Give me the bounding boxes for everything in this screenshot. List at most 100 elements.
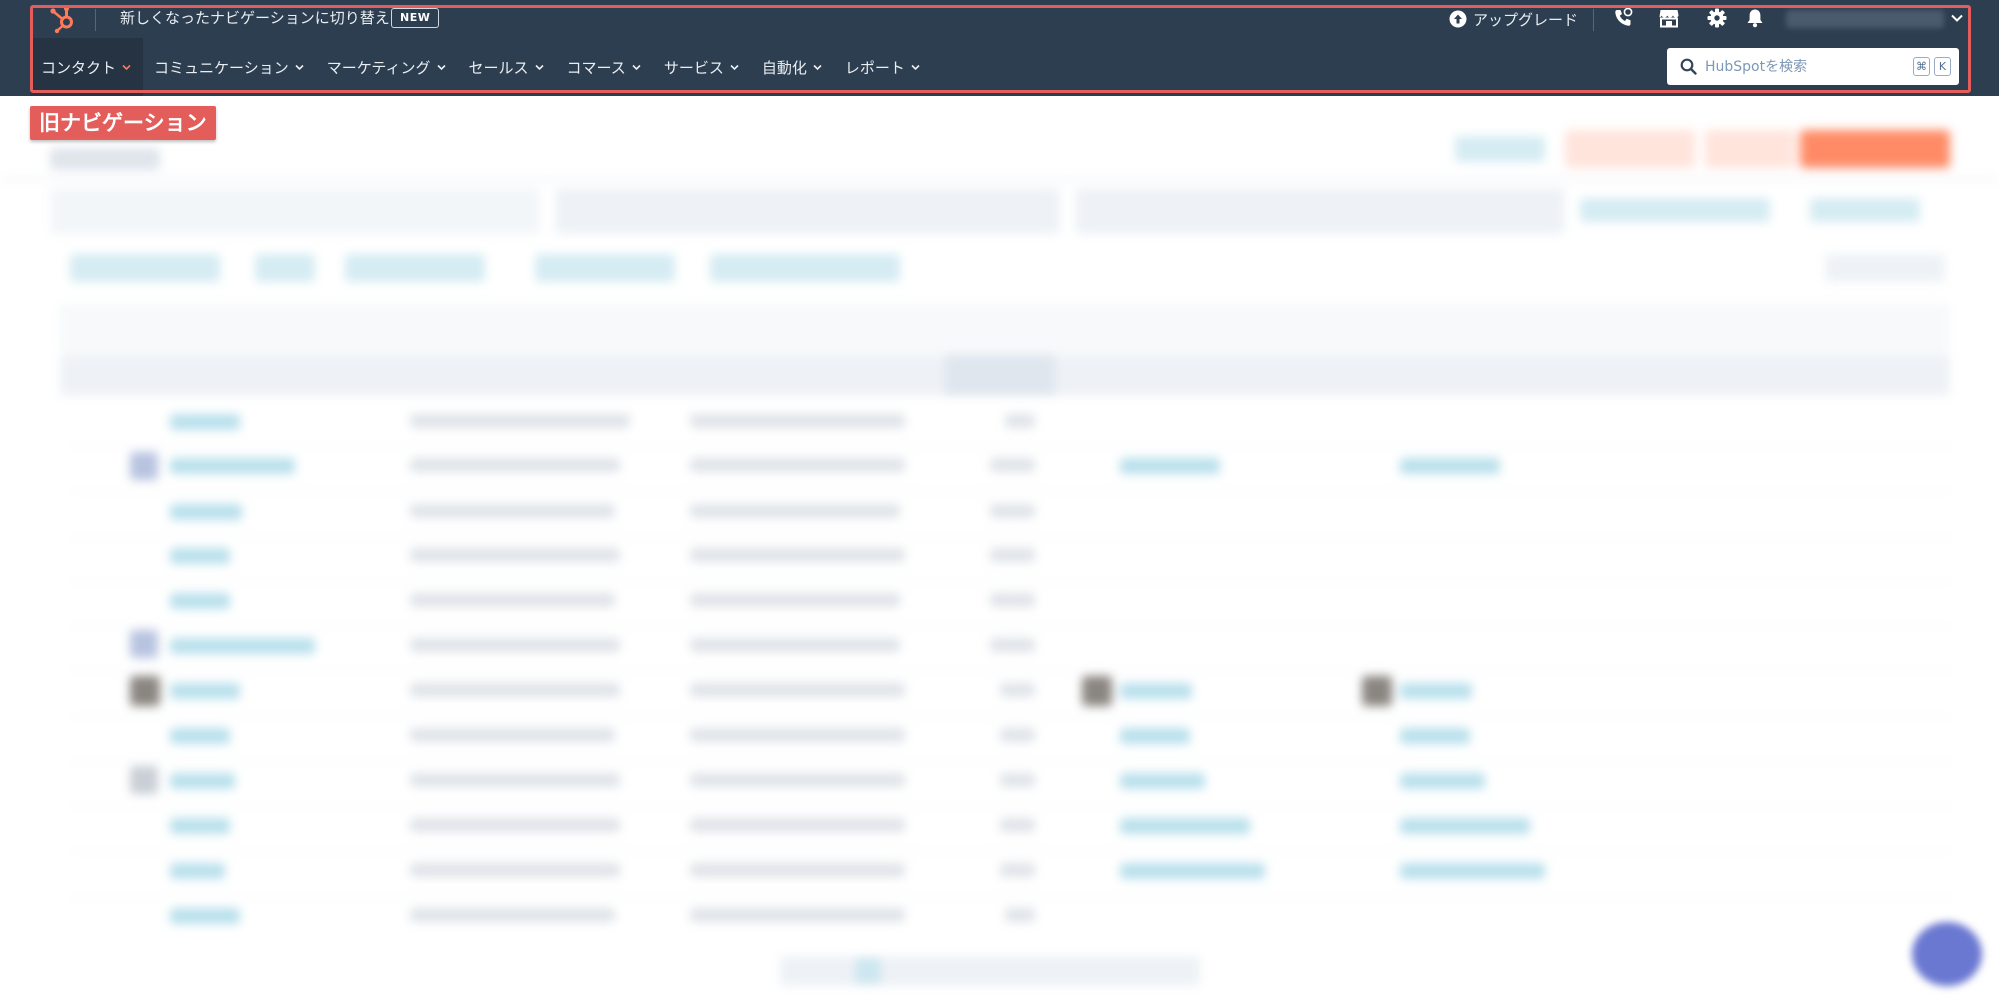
number-cell-blurred bbox=[1000, 683, 1035, 697]
view-link-blurred bbox=[1580, 198, 1770, 222]
chevron-down-icon bbox=[730, 64, 739, 70]
menu-item-label: サービス bbox=[663, 58, 724, 77]
avatar bbox=[1082, 676, 1112, 706]
menu-item-marketing[interactable]: マーケティング bbox=[316, 38, 458, 96]
primary-button-blurred bbox=[1800, 130, 1950, 168]
chevron-down-icon bbox=[534, 64, 544, 70]
filter-blurred bbox=[535, 254, 675, 282]
search-input[interactable] bbox=[1705, 48, 1885, 85]
settings-gear-icon[interactable] bbox=[1706, 7, 1728, 29]
email-column-blurred bbox=[690, 458, 905, 472]
avatar bbox=[130, 452, 158, 480]
contact-name-blurred bbox=[170, 414, 240, 430]
pagination-current-page-blurred bbox=[855, 958, 881, 984]
menu-item-automation[interactable]: 自動化 bbox=[751, 38, 834, 96]
view-link-blurred bbox=[1810, 198, 1920, 222]
chat-launcher-button[interactable] bbox=[1912, 922, 1982, 986]
number-cell-blurred bbox=[1000, 818, 1035, 832]
global-search[interactable]: ⌘ K bbox=[1667, 48, 1959, 85]
chevron-down-icon bbox=[295, 64, 304, 70]
switch-navigation-link[interactable]: 新しくなったナビゲーションに切り替え bbox=[120, 8, 390, 28]
email-column-blurred bbox=[410, 548, 620, 562]
filter-blurred bbox=[1825, 254, 1945, 282]
menu-item-label: コンタクト bbox=[41, 58, 117, 77]
action-link-blurred bbox=[1455, 136, 1545, 162]
table-row bbox=[70, 716, 1950, 717]
account-name-redacted bbox=[1786, 10, 1944, 28]
top-navigation-bar: 新しくなったナビゲーションに切り替え NEW アップグレード コンタクト コミュ… bbox=[0, 0, 1999, 96]
menu-item-sales[interactable]: セールス bbox=[458, 38, 556, 96]
menu-item-label: レポート bbox=[844, 58, 905, 77]
contact-name-blurred bbox=[170, 458, 295, 474]
owner-cell-blurred bbox=[1400, 818, 1530, 834]
table-row bbox=[70, 581, 1950, 582]
email-column-blurred bbox=[410, 908, 615, 922]
menu-item-communication[interactable]: コミュニケーション bbox=[143, 38, 316, 96]
upgrade-label: アップグレード bbox=[1473, 10, 1579, 29]
number-cell-blurred bbox=[990, 504, 1035, 518]
menu-item-commerce[interactable]: コマース bbox=[556, 38, 653, 96]
number-cell-blurred bbox=[1000, 863, 1035, 877]
nav-menu-row: コンタクト コミュニケーション マーケティング セールス コマース サービス 自… bbox=[0, 38, 1999, 96]
owner-cell-blurred bbox=[1120, 458, 1220, 474]
calling-icon[interactable] bbox=[1612, 7, 1634, 29]
email-column-blurred bbox=[690, 818, 905, 832]
hubspot-sprocket-icon[interactable] bbox=[46, 3, 78, 35]
contact-name-blurred bbox=[170, 818, 230, 834]
nav-utility-row: 新しくなったナビゲーションに切り替え NEW アップグレード bbox=[0, 0, 1999, 38]
contact-name-blurred bbox=[170, 593, 230, 609]
number-cell-blurred bbox=[990, 548, 1035, 562]
owner-cell-blurred bbox=[1400, 773, 1485, 789]
contact-name-blurred bbox=[170, 683, 240, 699]
menu-item-label: マーケティング bbox=[326, 58, 431, 77]
table-row bbox=[70, 536, 1950, 537]
email-column-blurred bbox=[410, 414, 630, 428]
owner-cell-blurred bbox=[1120, 773, 1205, 789]
number-cell-blurred bbox=[1005, 414, 1035, 428]
email-column-blurred bbox=[410, 773, 620, 787]
menu-item-contacts[interactable]: コンタクト bbox=[30, 38, 144, 96]
email-column-blurred bbox=[690, 414, 905, 428]
email-column-blurred bbox=[690, 863, 905, 877]
divider bbox=[95, 9, 96, 31]
main-menu: コンタクト コミュニケーション マーケティング セールス コマース サービス 自… bbox=[30, 38, 932, 96]
email-column-blurred bbox=[690, 593, 900, 607]
chevron-down-icon bbox=[911, 64, 920, 70]
marketplace-icon[interactable] bbox=[1658, 7, 1680, 29]
table-row bbox=[70, 761, 1950, 762]
avatar bbox=[130, 676, 160, 706]
filter-blurred bbox=[70, 254, 220, 282]
menu-item-reports[interactable]: レポート bbox=[834, 38, 932, 96]
owner-cell-blurred bbox=[1400, 683, 1472, 699]
table-row bbox=[70, 806, 1950, 807]
view-tab-blurred bbox=[50, 188, 540, 234]
contact-name-blurred bbox=[170, 548, 230, 564]
email-column-blurred bbox=[690, 908, 905, 922]
owner-cell-blurred bbox=[1120, 683, 1192, 699]
email-column-blurred bbox=[410, 593, 615, 607]
account-menu[interactable] bbox=[1786, 7, 1968, 31]
view-tab-blurred bbox=[555, 188, 1060, 234]
number-cell-blurred bbox=[990, 638, 1035, 652]
owner-cell-blurred bbox=[1120, 728, 1190, 744]
notification-bell-icon[interactable] bbox=[1744, 7, 1766, 29]
owner-cell-blurred bbox=[1400, 863, 1545, 879]
owner-cell-blurred bbox=[1120, 818, 1250, 834]
email-column-blurred bbox=[690, 548, 905, 562]
upgrade-button[interactable]: アップグレード bbox=[1449, 8, 1578, 30]
chevron-down-icon bbox=[813, 64, 822, 70]
page-title-blurred bbox=[50, 148, 160, 170]
table-row bbox=[70, 626, 1950, 627]
contact-name-blurred bbox=[170, 728, 230, 744]
shortcut-k-key: K bbox=[1934, 57, 1951, 76]
menu-item-service[interactable]: サービス bbox=[653, 38, 751, 96]
filter-blurred bbox=[710, 254, 900, 282]
action-button-blurred bbox=[1705, 130, 1795, 168]
contact-name-blurred bbox=[170, 863, 225, 879]
new-badge: NEW bbox=[391, 8, 440, 28]
search-icon bbox=[1680, 58, 1697, 75]
number-cell-blurred bbox=[1005, 908, 1035, 922]
owner-cell-blurred bbox=[1400, 728, 1470, 744]
sorted-column-blurred bbox=[945, 354, 1055, 396]
table-row bbox=[70, 851, 1950, 852]
